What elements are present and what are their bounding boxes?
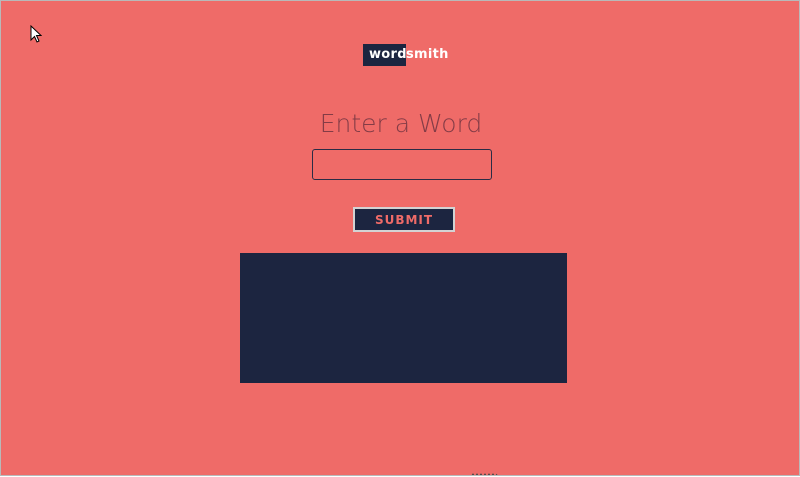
word-input[interactable] <box>312 149 492 180</box>
result-panel <box>240 253 567 383</box>
logo-word-part: word <box>363 44 407 66</box>
submit-button[interactable]: SUBMIT <box>353 207 455 232</box>
mouse-pointer-icon <box>30 25 42 43</box>
wordsmith-logo[interactable]: word smith <box>363 44 449 66</box>
resize-grip-icon <box>471 473 498 475</box>
page-heading: Enter a Word <box>319 109 483 138</box>
logo-smith-part: smith <box>406 47 449 62</box>
browser-page: word smith Enter a Word SUBMIT <box>0 0 800 476</box>
